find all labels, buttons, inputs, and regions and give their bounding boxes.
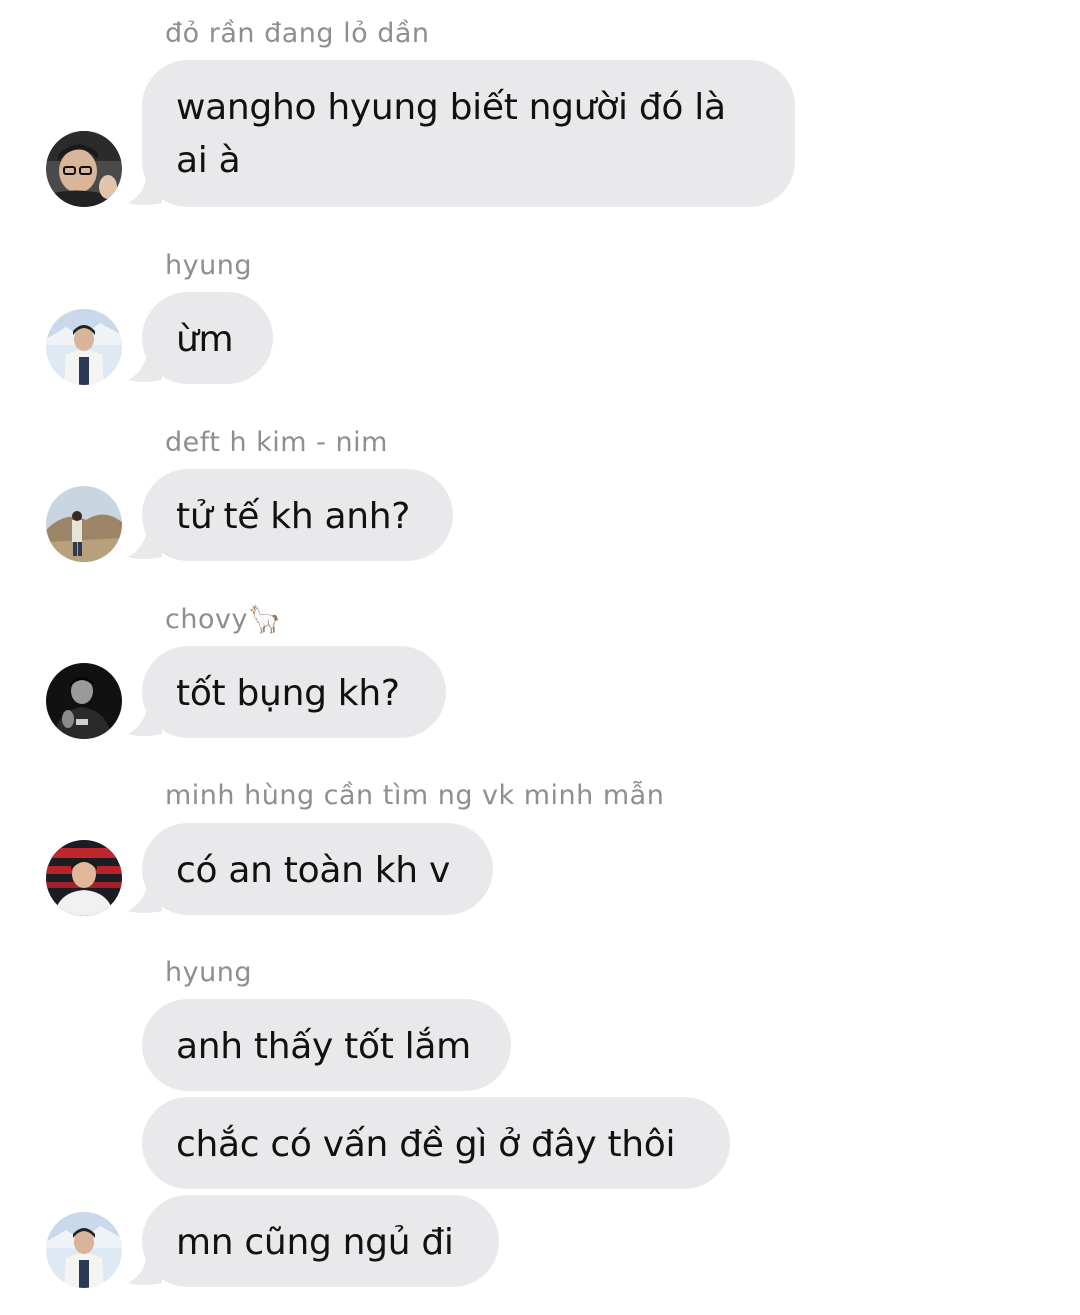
message-bubble[interactable]: wangho hyung biết người đó là ai à — [142, 60, 795, 207]
avatar-stage-icon[interactable] — [46, 840, 122, 916]
sender-name: đỏ rần đang lỏ dần — [165, 18, 430, 49]
sender-name: deft h kim - nim — [165, 427, 388, 458]
message-bubble[interactable]: mn cũng ngủ đi — [142, 1195, 499, 1287]
bubble-tail-icon — [128, 527, 162, 559]
message-bubble[interactable]: tốt bụng kh? — [142, 646, 446, 738]
avatar-dark-icon[interactable] — [46, 663, 122, 739]
message-thread: đỏ rần đang lỏ dần wangho hyung biết ngư… — [0, 0, 1080, 1315]
sender-name: minh hùng cần tìm ng vk minh mẫn — [165, 780, 665, 811]
bubble-tail-icon — [128, 173, 162, 205]
message-bubble[interactable]: có an toàn kh v — [142, 823, 493, 915]
sender-name: hyung — [165, 250, 252, 281]
bubble-tail-icon — [128, 881, 162, 913]
avatar-landscape-icon[interactable] — [46, 486, 122, 562]
sender-name: chovy🦙 — [165, 604, 283, 635]
bubble-tail-icon — [128, 1253, 162, 1285]
avatar-snow-icon[interactable] — [46, 309, 122, 385]
message-bubble[interactable]: tử tế kh anh? — [142, 469, 453, 561]
avatar-glasses-icon[interactable] — [46, 131, 122, 207]
message-bubble[interactable]: chắc có vấn đề gì ở đây thôi — [142, 1097, 730, 1189]
message-bubble[interactable]: anh thấy tốt lắm — [142, 999, 511, 1091]
sender-name: hyung — [165, 957, 252, 988]
bubble-tail-icon — [128, 350, 162, 382]
avatar-snow-icon[interactable] — [46, 1212, 122, 1288]
bubble-tail-icon — [128, 704, 162, 736]
